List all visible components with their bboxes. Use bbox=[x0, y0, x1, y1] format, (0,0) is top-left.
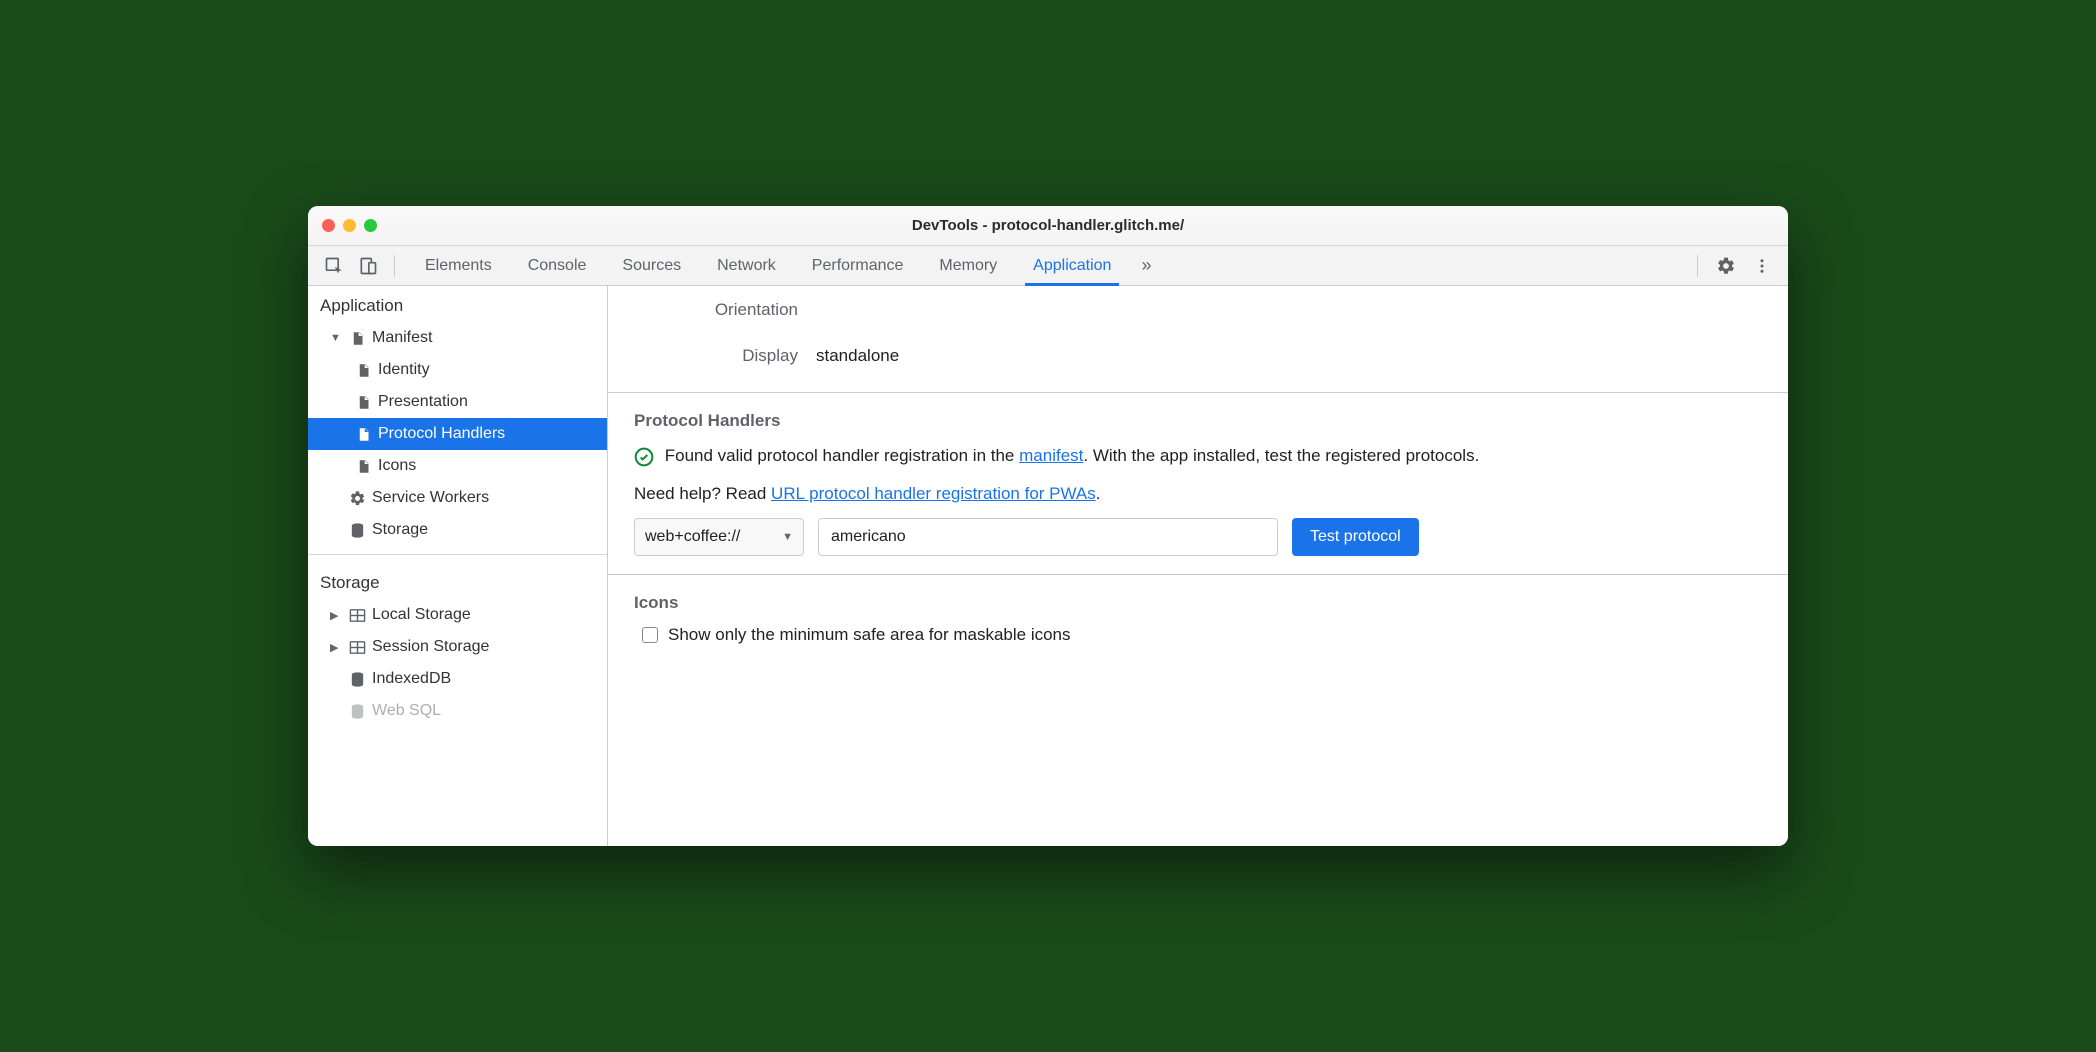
tab-elements[interactable]: Elements bbox=[407, 246, 510, 285]
check-circle-icon bbox=[634, 447, 654, 467]
titlebar: DevTools - protocol-handler.glitch.me/ bbox=[308, 206, 1788, 246]
sidebar-item-manifest[interactable]: ▼ Manifest bbox=[308, 322, 607, 354]
kv-value: standalone bbox=[816, 346, 899, 366]
minimize-window-button[interactable] bbox=[343, 219, 356, 232]
status-text-pre: Found valid protocol handler registratio… bbox=[665, 446, 1019, 465]
manifest-link[interactable]: manifest bbox=[1019, 446, 1083, 465]
content-pane: Orientation Display standalone Protocol … bbox=[608, 286, 1788, 846]
database-icon bbox=[348, 702, 366, 720]
device-toggle-icon[interactable] bbox=[354, 252, 382, 280]
tab-bar: Elements Console Sources Network Perform… bbox=[407, 246, 1163, 285]
table-icon bbox=[348, 606, 366, 624]
sidebar-item-label: IndexedDB bbox=[372, 670, 451, 688]
document-icon bbox=[354, 425, 372, 443]
tab-sources[interactable]: Sources bbox=[604, 246, 699, 285]
kv-label: Display bbox=[648, 346, 798, 366]
sidebar-item-icons[interactable]: Icons bbox=[308, 450, 607, 482]
sidebar-item-label: Local Storage bbox=[372, 606, 471, 624]
protocol-select[interactable]: web+coffee:// ▼ bbox=[634, 518, 804, 556]
maximize-window-button[interactable] bbox=[364, 219, 377, 232]
sidebar-item-session-storage[interactable]: ▶ Session Storage bbox=[308, 631, 607, 663]
protocol-select-value: web+coffee:// bbox=[645, 528, 740, 546]
test-protocol-button[interactable]: Test protocol bbox=[1292, 518, 1419, 556]
sidebar-divider bbox=[308, 554, 607, 555]
settings-gear-icon[interactable] bbox=[1712, 252, 1740, 280]
sidebar-item-label: Icons bbox=[378, 457, 416, 475]
inspect-element-icon[interactable] bbox=[320, 252, 348, 280]
gear-icon bbox=[348, 489, 366, 507]
chevron-right-icon: ▶ bbox=[330, 641, 342, 654]
tab-memory[interactable]: Memory bbox=[921, 246, 1015, 285]
help-pre: Need help? Read bbox=[634, 484, 771, 503]
sidebar-item-local-storage[interactable]: ▶ Local Storage bbox=[308, 599, 607, 631]
protocol-status: Found valid protocol handler registratio… bbox=[634, 443, 1762, 469]
tabs-overflow-button[interactable]: » bbox=[1129, 255, 1163, 276]
sidebar-item-label: Web SQL bbox=[372, 702, 441, 720]
sidebar-item-storage[interactable]: Storage bbox=[308, 514, 607, 546]
sidebar-item-label: Storage bbox=[372, 521, 428, 539]
database-icon bbox=[348, 670, 366, 688]
sidebar-item-label: Presentation bbox=[378, 393, 468, 411]
tab-console[interactable]: Console bbox=[510, 246, 605, 285]
tab-application[interactable]: Application bbox=[1015, 246, 1129, 285]
protocol-handlers-section: Protocol Handlers Found valid protocol h… bbox=[608, 392, 1788, 574]
protocol-path-input[interactable] bbox=[818, 518, 1278, 556]
sidebar-item-label: Session Storage bbox=[372, 638, 489, 656]
sidebar-section-storage: Storage bbox=[308, 563, 607, 599]
document-icon bbox=[354, 457, 372, 475]
sidebar-item-identity[interactable]: Identity bbox=[308, 354, 607, 386]
checkbox-label: Show only the minimum safe area for mask… bbox=[668, 625, 1071, 645]
status-text-post: . With the app installed, test the regis… bbox=[1083, 446, 1479, 465]
devtools-window: DevTools - protocol-handler.glitch.me/ E… bbox=[308, 206, 1788, 846]
tab-performance[interactable]: Performance bbox=[794, 246, 922, 285]
kebab-menu-icon[interactable] bbox=[1748, 252, 1776, 280]
sidebar-item-protocol-handlers[interactable]: Protocol Handlers bbox=[308, 418, 607, 450]
help-link[interactable]: URL protocol handler registration for PW… bbox=[771, 484, 1096, 503]
icons-section: Icons Show only the minimum safe area fo… bbox=[608, 574, 1788, 663]
toolbar-divider bbox=[394, 255, 395, 277]
tab-network[interactable]: Network bbox=[699, 246, 794, 285]
main-area: Application ▼ Manifest Identity Presenta… bbox=[308, 286, 1788, 846]
sidebar-item-websql[interactable]: Web SQL bbox=[308, 695, 607, 727]
sidebar: Application ▼ Manifest Identity Presenta… bbox=[308, 286, 608, 846]
sidebar-item-label: Identity bbox=[378, 361, 430, 379]
document-icon bbox=[354, 361, 372, 379]
table-icon bbox=[348, 638, 366, 656]
kv-label: Orientation bbox=[648, 300, 798, 320]
kv-display: Display standalone bbox=[648, 346, 1748, 366]
maskable-safe-area-row: Show only the minimum safe area for mask… bbox=[642, 625, 1762, 645]
kv-orientation: Orientation bbox=[648, 300, 1748, 320]
section-heading: Icons bbox=[634, 593, 1762, 613]
help-post: . bbox=[1096, 484, 1101, 503]
close-window-button[interactable] bbox=[322, 219, 335, 232]
sidebar-item-label: Protocol Handlers bbox=[378, 425, 505, 443]
maskable-safe-area-checkbox[interactable] bbox=[642, 627, 658, 643]
chevron-down-icon: ▼ bbox=[330, 332, 342, 344]
manifest-properties: Orientation Display standalone bbox=[608, 286, 1788, 392]
section-heading: Protocol Handlers bbox=[634, 411, 1762, 431]
sidebar-item-indexeddb[interactable]: IndexedDB bbox=[308, 663, 607, 695]
window-title: DevTools - protocol-handler.glitch.me/ bbox=[912, 217, 1184, 234]
sidebar-item-service-workers[interactable]: Service Workers bbox=[308, 482, 607, 514]
sidebar-item-label: Manifest bbox=[372, 329, 432, 347]
help-text: Need help? Read URL protocol handler reg… bbox=[634, 481, 1762, 507]
chevron-down-icon: ▼ bbox=[782, 531, 793, 543]
database-icon bbox=[348, 521, 366, 539]
toolbar-divider bbox=[1697, 255, 1698, 277]
document-icon bbox=[354, 393, 372, 411]
toolbar: Elements Console Sources Network Perform… bbox=[308, 246, 1788, 286]
traffic-lights bbox=[322, 219, 377, 232]
sidebar-item-presentation[interactable]: Presentation bbox=[308, 386, 607, 418]
sidebar-section-application: Application bbox=[308, 286, 607, 322]
toolbar-right bbox=[1691, 252, 1776, 280]
sidebar-item-label: Service Workers bbox=[372, 489, 489, 507]
chevron-right-icon: ▶ bbox=[330, 609, 342, 622]
document-icon bbox=[348, 329, 366, 347]
protocol-test-row: web+coffee:// ▼ Test protocol bbox=[634, 518, 1762, 556]
